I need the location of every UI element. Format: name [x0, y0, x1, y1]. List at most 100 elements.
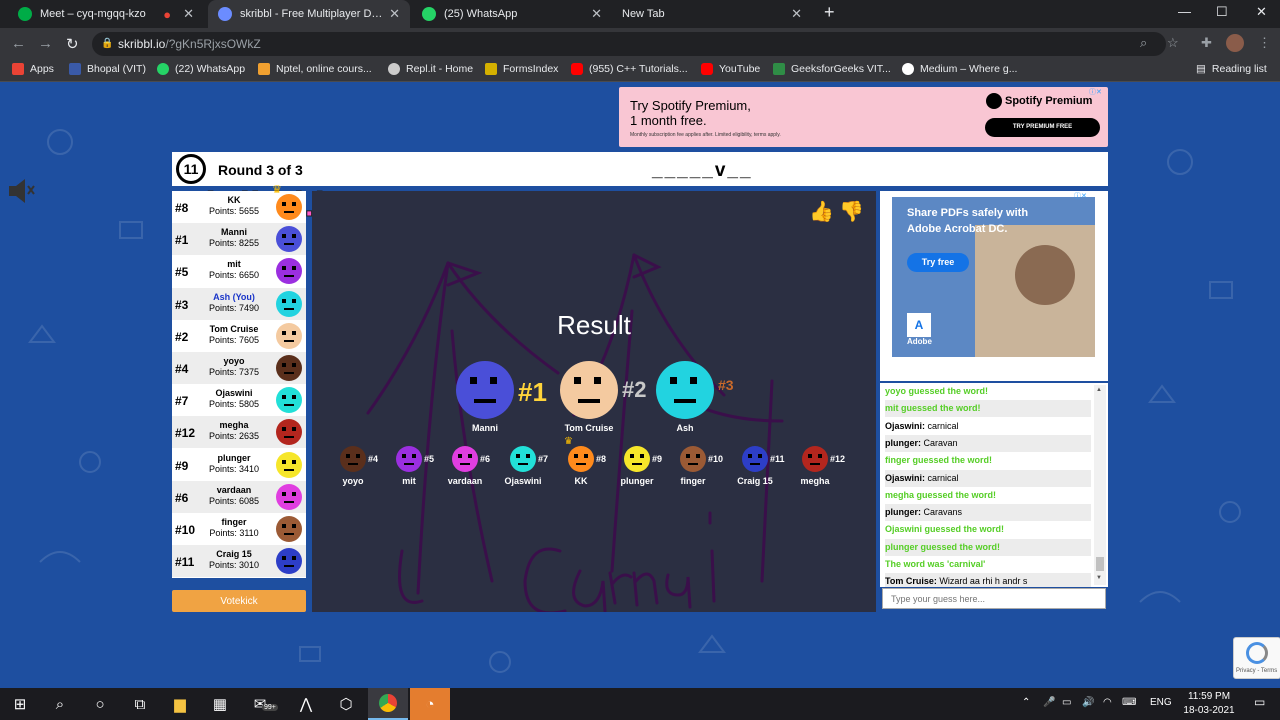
ad-cta-button[interactable]: Try free [907, 253, 969, 272]
chat-sender: Ojaswini: [885, 420, 926, 431]
forward-icon[interactable]: → [38, 35, 53, 52]
google-meet-icon [18, 7, 32, 21]
result-player: #9 plunger [621, 446, 664, 490]
player-avatar [276, 451, 302, 478]
player-row[interactable]: #2 Tom Cruise Points: 7605 [172, 320, 306, 352]
mail-icon[interactable]: ✉ 99+ [240, 688, 280, 720]
close-icon[interactable]: ✕ [183, 6, 194, 22]
keyboard-icon[interactable]: ⌨ [1122, 697, 1136, 708]
windows-start-icon[interactable]: ⊞ [0, 688, 40, 720]
tab-whatsapp[interactable]: (25) WhatsApp ✕ [412, 0, 612, 28]
player-row[interactable]: #5 mit Points: 6650 [172, 255, 306, 287]
chrome-icon[interactable] [368, 688, 408, 720]
window-close-icon[interactable]: ✕ [1256, 4, 1267, 20]
bookmark-whatsapp[interactable]: (22) WhatsApp [157, 63, 245, 75]
player-points: Points: 3010 [208, 560, 260, 571]
recaptcha-links[interactable]: Privacy - Terms [1236, 668, 1277, 674]
player-row[interactable]: #10 finger Points: 3110 [172, 513, 306, 545]
adchoices-icon[interactable]: ⓘ✕ [1089, 87, 1102, 97]
ad-title: Share PDFs safely with [907, 207, 1029, 219]
adchoices-icon[interactable]: ⓘ✕ [1074, 191, 1087, 201]
player-row[interactable]: #7 Ojaswini Points: 5805 [172, 384, 306, 416]
back-icon[interactable]: ← [11, 35, 26, 52]
wifi-icon[interactable]: ◠ [1103, 697, 1112, 708]
player-row[interactable]: #11 Craig 15 Points: 3010 [172, 545, 306, 578]
tab-new[interactable]: New Tab ✕ [612, 0, 812, 28]
player-points: Points: 3110 [209, 528, 259, 538]
bookmark-vit[interactable]: Bhopal (VIT) [69, 63, 146, 75]
player-row[interactable]: #6 vardaan Points: 6085 [172, 480, 306, 513]
store-icon[interactable]: ▦ [200, 688, 240, 720]
thumbs-down-icon[interactable]: 👎 [839, 199, 864, 224]
player-avatar [276, 548, 302, 575]
close-icon[interactable]: ✕ [389, 6, 400, 22]
minimize-icon[interactable]: — [1178, 4, 1191, 19]
lock-icon: 🔒 [101, 38, 114, 49]
player-rank: #1 [175, 233, 189, 248]
chat-message: plunger: Caravans [885, 504, 1091, 522]
scroll-down-icon[interactable]: ▼ [1096, 575, 1102, 581]
task-view-icon[interactable]: ⧉ [120, 688, 160, 720]
clock[interactable]: 11:59 PM 18-03-2021 [1174, 690, 1244, 718]
profile-avatar[interactable] [1226, 34, 1244, 52]
menu-icon[interactable]: ⋮ [1258, 35, 1271, 51]
notifications-icon[interactable]: ▭ [1254, 695, 1265, 709]
player-row[interactable]: #8 KK Points: 5655 ♛ [172, 184, 306, 223]
bookmark-replit[interactable]: Repl.it - Home [388, 63, 473, 75]
new-tab-icon[interactable]: + [824, 2, 835, 23]
close-icon[interactable]: ✕ [591, 6, 602, 22]
bookmark-youtube[interactable]: YouTube [701, 63, 760, 75]
star-icon[interactable]: ☆ [1167, 35, 1179, 51]
close-icon[interactable]: ● [163, 7, 171, 22]
result-name: vardaan [447, 476, 483, 486]
player-row[interactable]: #9 plunger Points: 3410 [172, 449, 306, 481]
search-icon[interactable]: ⌕ [1140, 35, 1147, 51]
url-input[interactable]: 🔒 skribbl.io/?gKn5RjxsOWkZ [92, 32, 1166, 56]
player-row[interactable]: #3 Ash (You) Points: 7490 [172, 287, 306, 320]
chat-text: megha guessed the word! [885, 489, 997, 500]
bookmark-apps[interactable]: Apps [12, 63, 54, 75]
bookmark-gfg[interactable]: GeeksforGeeks VIT... [773, 63, 891, 75]
player-points: Points: 8255 [208, 238, 260, 249]
reload-icon[interactable]: ↻ [66, 35, 79, 53]
bookmark-nptel[interactable]: Nptel, online cours... [258, 63, 372, 75]
app-icon[interactable]: ⋀ [286, 688, 326, 720]
unity-icon[interactable]: ⬡ [326, 688, 366, 720]
tab-skribbl[interactable]: skribbl - Free Multiplayer Drawing ✕ [208, 0, 410, 28]
tray-chevron-icon[interactable]: ⌃ [1022, 697, 1030, 708]
thumbs-up-icon[interactable]: 👍 [809, 199, 834, 224]
drawing-canvas[interactable]: 👍 👎 Result #1 Manni #2 Tom Cruise #3 Ash #4 yo… [312, 191, 876, 612]
mic-icon[interactable]: 🎤 [1043, 697, 1055, 708]
result-avatar [396, 446, 422, 472]
search-icon[interactable]: ⌕ [40, 688, 80, 720]
scroll-thumb[interactable] [1096, 557, 1104, 571]
sound-mute-icon[interactable] [6, 176, 36, 209]
language-indicator[interactable]: ENG [1150, 697, 1172, 708]
podium-rank: #2 [622, 377, 647, 402]
tab-title: (25) WhatsApp [444, 8, 518, 20]
adobe-ad[interactable]: Share PDFs safely with Adobe Acrobat DC.… [880, 191, 1108, 381]
close-icon[interactable]: ✕ [791, 6, 802, 22]
volume-icon[interactable]: 🔊 [1082, 697, 1094, 708]
recaptcha-badge[interactable]: Privacy - Terms [1233, 637, 1280, 679]
file-explorer-icon[interactable]: ▆ [160, 688, 200, 720]
tab-meet[interactable]: Meet – cyq-mgqq-kzo ● ✕ [8, 0, 204, 28]
player-row[interactable]: #12 megha Points: 2635 [172, 416, 306, 449]
guess-input[interactable] [882, 588, 1106, 609]
bookmark-forms[interactable]: FormsIndex [485, 63, 558, 75]
maximize-icon[interactable]: ☐ [1216, 4, 1228, 20]
player-row[interactable]: #1 Manni Points: 8255 [172, 223, 306, 256]
bookmark-cpp[interactable]: (955) C++ Tutorials... [571, 63, 688, 75]
timer-app-icon[interactable]: ◔ [410, 688, 450, 720]
bookmark-medium[interactable]: Medium – Where g... [902, 63, 1017, 75]
chat-scrollbar[interactable]: ▲ ▼ [1094, 385, 1106, 585]
ad-cta-button[interactable]: TRY PREMIUM FREE [985, 118, 1100, 137]
scroll-up-icon[interactable]: ▲ [1096, 387, 1102, 393]
player-row[interactable]: #4 yoyo Points: 7375 [172, 352, 306, 384]
votekick-button[interactable]: Votekick [172, 590, 306, 612]
battery-icon[interactable]: ▭ [1062, 697, 1071, 708]
reading-list[interactable]: ▤ Reading list [1196, 63, 1267, 75]
extensions-icon[interactable]: ✚ [1201, 35, 1212, 51]
cortana-icon[interactable]: ○ [80, 688, 120, 720]
spotify-ad[interactable]: Try Spotify Premium, 1 month free. Month… [619, 87, 1108, 147]
